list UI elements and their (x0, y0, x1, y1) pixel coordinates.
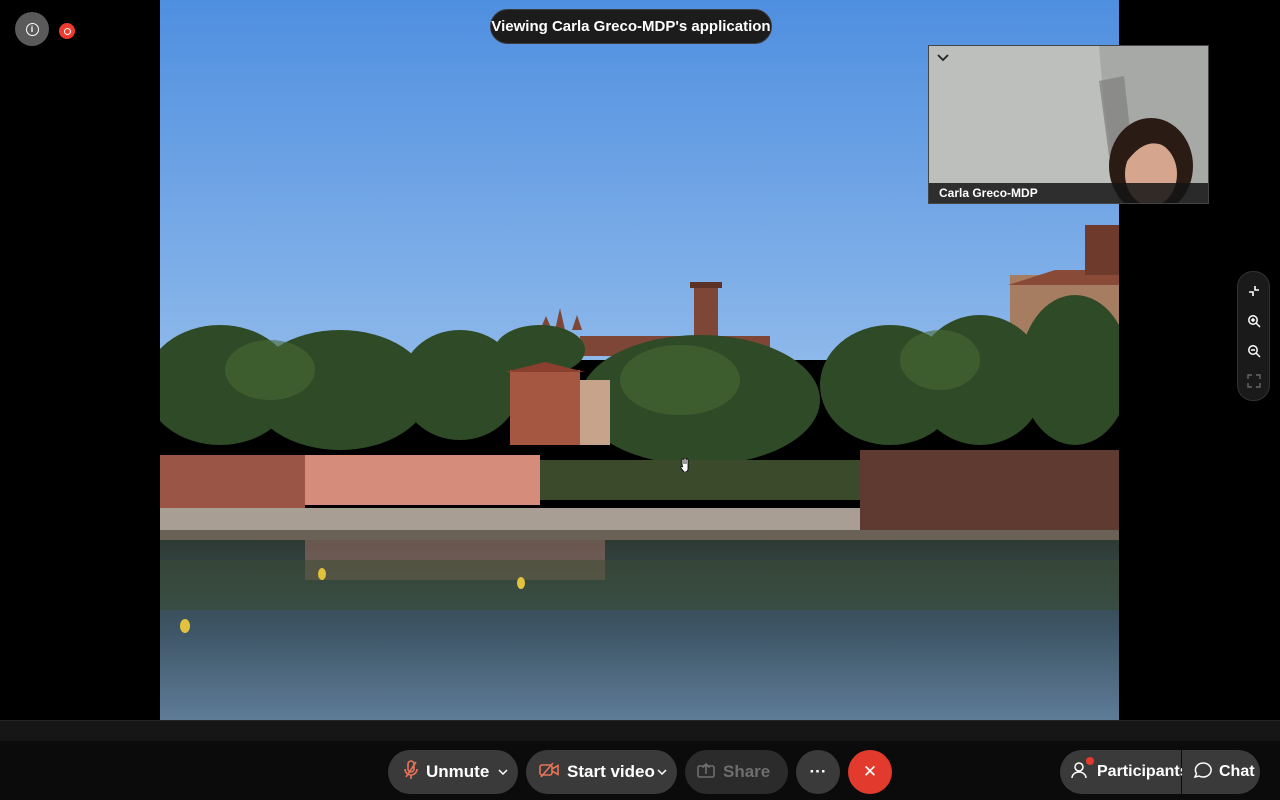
more-icon: ··· (809, 762, 827, 781)
unmute-button[interactable]: Unmute (388, 750, 518, 794)
participant-name: Carla Greco-MDP (939, 186, 1038, 200)
viewing-banner: Viewing Carla Greco-MDP's application (490, 9, 772, 44)
microphone-muted-icon (404, 759, 418, 785)
share-icon (697, 762, 715, 783)
chevron-down-icon[interactable] (496, 765, 510, 779)
hand-cursor-icon (679, 458, 691, 472)
close-icon: ✕ (862, 762, 878, 781)
content-divider (0, 720, 1280, 741)
chat-icon (1193, 761, 1213, 784)
chevron-down-icon[interactable] (935, 50, 951, 66)
recording-icon[interactable] (59, 23, 75, 39)
zoom-out-icon[interactable] (1244, 341, 1264, 361)
unmute-label: Unmute (426, 762, 490, 781)
chevron-down-icon[interactable] (655, 765, 669, 779)
video-off-icon (539, 761, 559, 783)
exit-fullscreen-icon[interactable] (1244, 281, 1264, 301)
chat-label: Chat (1219, 763, 1255, 780)
participant-video (929, 46, 1208, 203)
fit-to-window-icon[interactable] (1244, 371, 1264, 391)
zoom-in-icon[interactable] (1244, 311, 1264, 331)
more-options-button[interactable]: ··· (796, 750, 840, 794)
leave-meeting-button[interactable]: ✕ (848, 750, 892, 794)
participant-video-tile[interactable]: Carla Greco-MDP (928, 45, 1209, 204)
participants-label: Participants (1097, 763, 1189, 780)
info-button[interactable]: i (15, 12, 49, 46)
start-video-button[interactable]: Start video (526, 750, 677, 794)
share-button[interactable]: Share (685, 750, 788, 794)
info-icon: i (25, 22, 39, 36)
share-label: Share (723, 762, 771, 781)
participant-name-bar: Carla Greco-MDP (929, 183, 1208, 203)
participants-button[interactable]: Participants (1060, 750, 1189, 794)
zoom-toolbar (1237, 271, 1270, 401)
chat-button[interactable]: Chat (1182, 750, 1260, 794)
notification-badge (1086, 757, 1094, 765)
start-video-label: Start video (567, 762, 655, 781)
